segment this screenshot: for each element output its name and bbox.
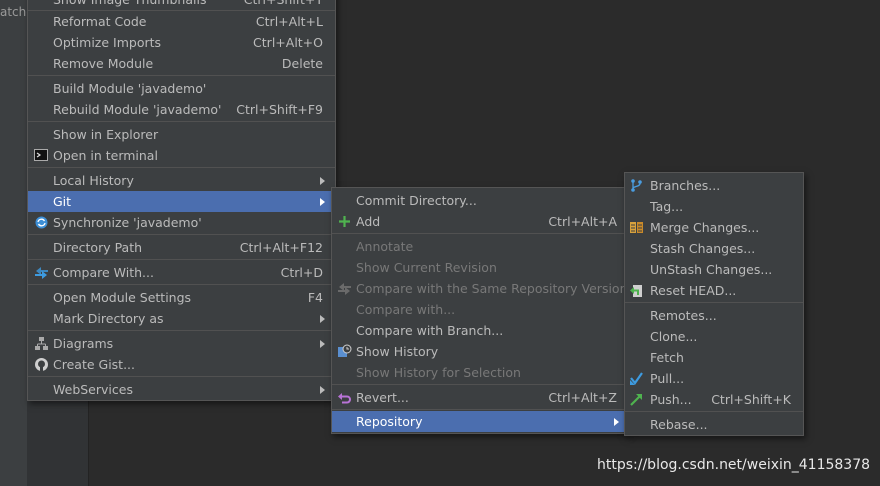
menu-item-rebase[interactable]: Rebase...	[625, 414, 803, 435]
submenu-arrow-icon	[320, 386, 325, 394]
menu-item-remotes[interactable]: Remotes...	[625, 305, 803, 326]
left-tool-strip: atche	[0, 0, 34, 486]
menu-item-open-module-settings[interactable]: Open Module Settings F4	[28, 287, 335, 308]
submenu-arrow-icon	[614, 418, 619, 426]
menu-item-open-in-terminal[interactable]: Open in terminal	[28, 145, 335, 166]
menu-item-show-image-thumbnails[interactable]: Show Image Thumbnails Ctrl+Shift+T	[28, 0, 335, 10]
branch-icon	[631, 179, 642, 192]
menu-item-repository[interactable]: Repository	[332, 411, 627, 432]
menu-item-annotate[interactable]: Annotate	[332, 236, 627, 257]
submenu-arrow-icon	[320, 177, 325, 185]
submenu-arrow-icon	[320, 315, 325, 323]
menu-item-compare-with[interactable]: Compare with...	[332, 299, 627, 320]
menu-item-revert[interactable]: Revert... Ctrl+Alt+Z	[332, 387, 627, 408]
menu-item-git[interactable]: Git	[28, 191, 335, 212]
menu-item-create-gist[interactable]: Create Gist...	[28, 354, 335, 375]
terminal-icon	[34, 149, 48, 161]
compare-icon	[338, 283, 351, 295]
sync-icon	[35, 216, 48, 229]
menu-item-reset-head[interactable]: Reset HEAD...	[625, 280, 803, 301]
menu-item-local-history[interactable]: Local History	[28, 170, 335, 191]
menu-item-push[interactable]: Push... Ctrl+Shift+K	[625, 389, 803, 410]
menu-item-rebuild-module[interactable]: Rebuild Module 'javademo' Ctrl+Shift+F9	[28, 99, 335, 120]
menu-item-compare-same-repo-version[interactable]: Compare with the Same Repository Version	[332, 278, 628, 299]
menu-item-reformat-code[interactable]: Reformat Code Ctrl+Alt+L	[28, 11, 335, 32]
menu-item-webservices[interactable]: WebServices	[28, 379, 335, 400]
menu-item-add[interactable]: Add Ctrl+Alt+A	[332, 211, 627, 232]
compare-icon	[35, 267, 48, 279]
pull-icon	[630, 372, 643, 385]
diagram-icon	[35, 337, 48, 350]
submenu-arrow-icon	[320, 198, 325, 206]
submenu-arrow-icon	[320, 340, 325, 348]
menu-item-clone[interactable]: Clone...	[625, 326, 803, 347]
menu-item-synchronize[interactable]: Synchronize 'javademo'	[28, 212, 335, 233]
menu-item-compare-with-branch[interactable]: Compare with Branch...	[332, 320, 627, 341]
menu-item-merge-changes[interactable]: Merge Changes...	[625, 217, 803, 238]
menu-item-pull[interactable]: Pull...	[625, 368, 803, 389]
menu-item-optimize-imports[interactable]: Optimize Imports Ctrl+Alt+O	[28, 32, 335, 53]
menu-item-stash-changes[interactable]: Stash Changes...	[625, 238, 803, 259]
history-icon	[338, 344, 352, 357]
menu-item-show-history-for-selection[interactable]: Show History for Selection	[332, 362, 627, 383]
menu-item-diagrams[interactable]: Diagrams	[28, 333, 335, 354]
github-icon	[35, 358, 48, 371]
editor-gutter	[88, 400, 146, 486]
merge-icon	[630, 222, 643, 233]
watermark-text: https://blog.csdn.net/weixin_41158378	[597, 457, 871, 473]
plus-icon	[339, 216, 350, 227]
menu-item-remove-module[interactable]: Remove Module Delete	[28, 53, 335, 74]
reset-icon	[630, 285, 642, 297]
push-icon	[630, 394, 642, 406]
revert-icon	[338, 393, 351, 404]
project-context-menu: Show Image Thumbnails Ctrl+Shift+T Refor…	[27, 0, 336, 401]
git-submenu: Commit Directory... Add Ctrl+Alt+A Annot…	[331, 187, 628, 434]
menu-item-branches[interactable]: Branches...	[625, 175, 803, 196]
repository-submenu: Branches... Tag... Merge Changes... Stas…	[624, 172, 804, 436]
menu-item-commit-directory[interactable]: Commit Directory...	[332, 190, 627, 211]
menu-item-show-current-revision[interactable]: Show Current Revision	[332, 257, 627, 278]
menu-item-show-history[interactable]: Show History	[332, 341, 627, 362]
menu-item-compare-with[interactable]: Compare With... Ctrl+D	[28, 262, 335, 283]
menu-item-mark-directory-as[interactable]: Mark Directory as	[28, 308, 335, 329]
menu-item-tag[interactable]: Tag...	[625, 196, 803, 217]
menu-item-unstash-changes[interactable]: UnStash Changes...	[625, 259, 803, 280]
menu-item-show-in-explorer[interactable]: Show in Explorer	[28, 124, 335, 145]
menu-item-build-module[interactable]: Build Module 'javademo'	[28, 78, 335, 99]
menu-item-directory-path[interactable]: Directory Path Ctrl+Alt+F12	[28, 237, 335, 258]
menu-item-fetch[interactable]: Fetch	[625, 347, 803, 368]
